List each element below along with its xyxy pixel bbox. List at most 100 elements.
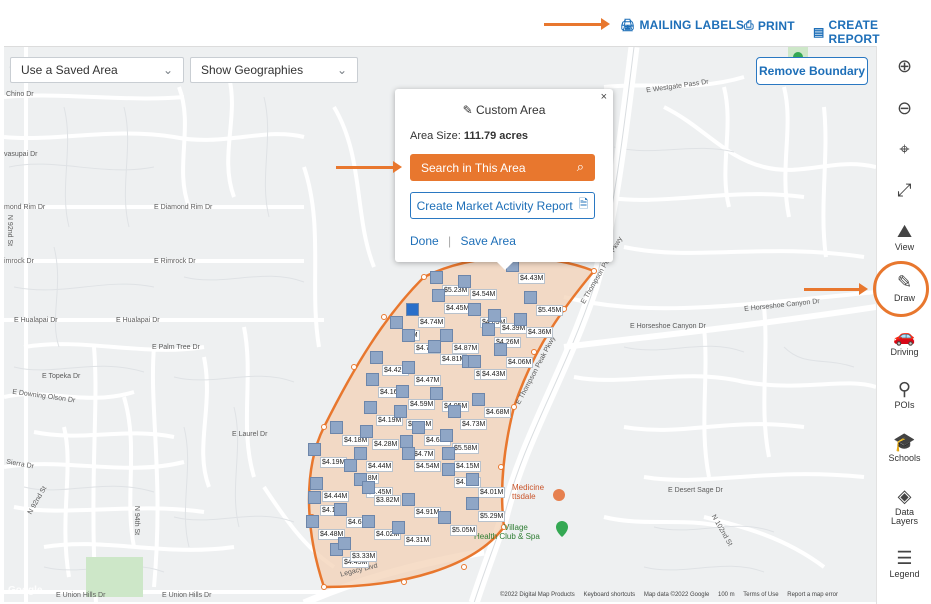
price-label[interactable]: $4.28M <box>372 439 400 450</box>
price-label[interactable]: $5.29M <box>478 511 506 522</box>
listing-marker[interactable] <box>334 503 347 516</box>
done-link[interactable]: Done <box>410 234 439 248</box>
price-label[interactable]: $4.43M <box>480 369 508 380</box>
driving-button[interactable]: 🚗 Driving <box>877 326 931 357</box>
price-label[interactable]: $4.36M <box>526 327 554 338</box>
price-label[interactable]: $4.06M <box>506 357 534 368</box>
listing-marker[interactable] <box>482 323 495 336</box>
price-label[interactable]: $4.31M <box>404 535 432 546</box>
price-label[interactable]: $4.7M <box>412 449 436 460</box>
listing-marker[interactable] <box>442 447 455 460</box>
save-area-link[interactable]: Save Area <box>461 234 516 248</box>
listing-marker[interactable] <box>468 355 481 368</box>
listing-marker[interactable] <box>330 421 343 434</box>
price-label[interactable]: $5.45M <box>536 305 564 316</box>
listing-marker[interactable] <box>306 515 319 528</box>
listing-marker[interactable] <box>440 429 453 442</box>
report-error-link[interactable]: Report a map error <box>787 592 838 598</box>
listing-marker[interactable] <box>432 289 445 302</box>
price-label[interactable]: $5.58M <box>452 443 480 454</box>
listing-marker[interactable] <box>310 477 323 490</box>
listing-marker[interactable] <box>428 340 441 353</box>
view-button[interactable]: ⛰ View <box>877 221 931 252</box>
listing-marker[interactable] <box>402 361 415 374</box>
pois-button[interactable]: ⚲ POIs <box>877 379 931 410</box>
street-label: N 94th St <box>133 505 141 536</box>
listing-marker[interactable] <box>344 459 357 472</box>
search-in-area-button[interactable]: Search in This Area ⌕ <box>410 154 595 181</box>
terms-link[interactable]: Terms of Use <box>743 592 778 598</box>
price-label[interactable]: $4.68M <box>484 407 512 418</box>
market-activity-report-button[interactable]: Create Market Activity Report 🗎 <box>410 192 595 219</box>
schools-button[interactable]: 🎓 Schools <box>877 432 931 463</box>
zoom-in-button[interactable]: ⊕ <box>877 56 931 76</box>
listing-marker[interactable] <box>308 443 321 456</box>
poi-label: Medicine ttsdale <box>512 483 545 501</box>
price-label[interactable]: $4.73M <box>460 419 488 430</box>
listing-marker[interactable] <box>442 463 455 476</box>
legend-button[interactable]: ☰ Legend <box>877 548 931 579</box>
price-label[interactable]: $4.54M <box>414 461 442 472</box>
listing-marker[interactable] <box>466 497 479 510</box>
fullscreen-button[interactable]: ⤢ <box>877 180 931 200</box>
price-label[interactable]: $4.59M <box>408 399 436 410</box>
google-logo: Google <box>8 585 43 596</box>
saved-area-dropdown[interactable]: Use a Saved Area ⌄ <box>10 57 184 83</box>
zoom-out-button[interactable]: ⊖ <box>877 98 931 118</box>
map-canvas[interactable]: Chino Dr vasupai Dr mond Rim Dr E Diamon… <box>4 46 876 602</box>
price-label[interactable]: $4.87M <box>452 343 480 354</box>
listing-marker[interactable] <box>468 303 481 316</box>
listing-marker[interactable] <box>362 515 375 528</box>
listing-marker[interactable] <box>472 393 485 406</box>
price-label[interactable]: $4.44M <box>366 461 394 472</box>
street-label: E Laurel Dr <box>232 431 268 438</box>
print-button[interactable]: ⎙ PRINT <box>744 18 795 33</box>
listing-marker[interactable] <box>412 421 425 434</box>
price-label[interactable]: $4.74M <box>418 317 446 328</box>
close-icon[interactable]: × <box>601 91 607 103</box>
listing-marker[interactable] <box>364 401 377 414</box>
listing-marker[interactable] <box>390 316 403 329</box>
data-layers-button[interactable]: ◈ Data Layers <box>877 486 931 526</box>
listing-marker[interactable] <box>402 447 415 460</box>
listing-marker[interactable] <box>440 329 453 342</box>
listing-marker[interactable] <box>366 373 379 386</box>
locate-button[interactable]: ⌖ <box>877 139 931 159</box>
price-label[interactable]: $4.44M <box>322 491 350 502</box>
listing-marker[interactable] <box>394 405 407 418</box>
listing-marker[interactable] <box>360 425 373 438</box>
remove-boundary-button[interactable]: Remove Boundary <box>756 57 868 85</box>
listing-marker[interactable] <box>438 511 451 524</box>
price-label[interactable]: $4.01M <box>478 487 506 498</box>
geographies-dropdown[interactable]: Show Geographies ⌄ <box>190 57 358 83</box>
listing-marker[interactable] <box>514 313 527 326</box>
listing-marker[interactable] <box>338 537 351 550</box>
listing-marker[interactable] <box>430 387 443 400</box>
listing-marker[interactable] <box>402 329 415 342</box>
listing-marker[interactable] <box>402 493 415 506</box>
mailing-labels-button[interactable]: 🖨 MAILING LABELS <box>620 18 744 32</box>
price-label[interactable]: $3.82M <box>374 495 402 506</box>
price-label[interactable]: $5.05M <box>450 525 478 536</box>
listing-marker[interactable] <box>308 491 321 504</box>
street-label: Chino Dr <box>6 91 34 98</box>
listing-marker[interactable] <box>448 405 461 418</box>
listing-marker[interactable] <box>396 385 409 398</box>
listing-marker[interactable] <box>362 481 375 494</box>
listing-marker[interactable] <box>466 473 479 486</box>
listing-marker[interactable] <box>524 291 537 304</box>
price-label[interactable]: $4.15M <box>454 461 482 472</box>
price-label[interactable]: $3.33M <box>350 551 378 562</box>
listing-marker[interactable] <box>392 521 405 534</box>
listing-marker[interactable] <box>430 271 443 284</box>
listing-marker[interactable] <box>488 309 501 322</box>
price-label[interactable]: $4.47M <box>414 375 442 386</box>
create-report-button[interactable]: ▤ CREATE REPORT <box>813 18 931 46</box>
keyboard-shortcuts-link[interactable]: Keyboard shortcuts <box>583 592 635 598</box>
listing-marker[interactable] <box>458 275 471 288</box>
price-label[interactable]: $4.54M <box>470 289 498 300</box>
listing-marker[interactable] <box>406 303 419 316</box>
price-label[interactable]: $4.43M <box>518 273 546 284</box>
listing-marker[interactable] <box>494 343 507 356</box>
listing-marker[interactable] <box>370 351 383 364</box>
